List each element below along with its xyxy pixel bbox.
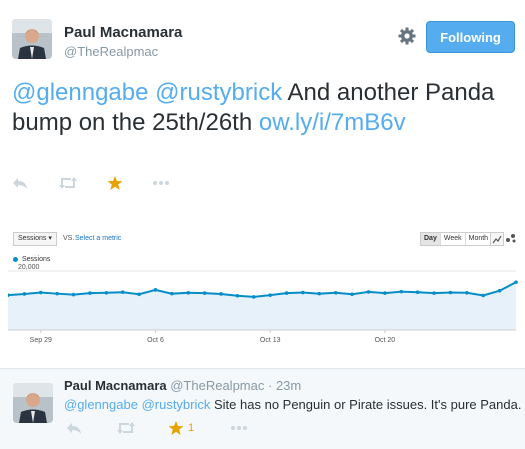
- favorite-icon[interactable]: [107, 174, 123, 192]
- mention-link[interactable]: @rustybrick: [142, 397, 211, 412]
- data-point[interactable]: [481, 293, 486, 298]
- data-point[interactable]: [383, 291, 387, 295]
- data-point[interactable]: [497, 288, 502, 293]
- data-point[interactable]: [38, 290, 43, 295]
- reply-avatar[interactable]: [13, 383, 53, 423]
- author-handle[interactable]: @TheRealpmac: [64, 44, 158, 59]
- data-point[interactable]: [153, 288, 158, 292]
- data-point[interactable]: [202, 291, 207, 295]
- legend-label: Sessions: [22, 256, 51, 263]
- sessions-chart: 20,00010,000Sep 29Oct 6Oct 13Oct 20: [8, 264, 518, 344]
- chart-legend: Sessions: [13, 256, 50, 263]
- data-point[interactable]: [170, 291, 174, 296]
- x-tick-label: Sep 29: [30, 337, 52, 344]
- data-point[interactable]: [399, 289, 404, 294]
- analytics-chart-image[interactable]: Sessions ▾ VS. Select a metric Day Week …: [8, 226, 518, 346]
- more-icon[interactable]: [152, 174, 170, 192]
- reply-icon[interactable]: [12, 174, 28, 192]
- retweet-icon[interactable]: [116, 419, 136, 437]
- data-point[interactable]: [235, 293, 240, 298]
- y-tick-label: 20,000: [18, 264, 40, 271]
- x-tick-label: Oct 6: [147, 337, 164, 344]
- data-point[interactable]: [465, 291, 469, 295]
- reply-icon[interactable]: [66, 419, 82, 437]
- data-point[interactable]: [514, 280, 518, 284]
- data-point[interactable]: [88, 291, 92, 295]
- tweet-text: @glenngabe @rustybrick And another Panda…: [12, 78, 512, 138]
- data-point[interactable]: [432, 291, 436, 295]
- reply-author-name[interactable]: Paul Macnamara: [64, 378, 167, 393]
- x-tick-label: Oct 13: [260, 337, 281, 344]
- granularity-toggle: Day Week Month: [420, 232, 493, 246]
- data-point[interactable]: [284, 291, 289, 295]
- mention-link[interactable]: @rustybrick: [155, 79, 282, 106]
- data-point[interactable]: [219, 292, 223, 296]
- reply-header: Paul Macnamara @TheRealpmac · 23m: [64, 378, 301, 393]
- reply-tweet: Paul Macnamara @TheRealpmac · 23m @glenn…: [0, 368, 525, 449]
- data-point[interactable]: [317, 291, 322, 296]
- data-point[interactable]: [350, 292, 354, 297]
- avatar[interactable]: [12, 19, 52, 59]
- favorite-icon[interactable]: 1: [168, 419, 194, 437]
- motion-chart-icon[interactable]: [505, 232, 519, 246]
- sessions-area: [8, 282, 516, 330]
- gear-icon[interactable]: [397, 26, 417, 46]
- separator-dot: ·: [267, 378, 273, 393]
- data-point[interactable]: [268, 293, 272, 297]
- granularity-month[interactable]: Month: [464, 233, 492, 245]
- data-point[interactable]: [448, 290, 453, 295]
- line-chart-icon[interactable]: [490, 232, 504, 246]
- granularity-week[interactable]: Week: [439, 233, 465, 245]
- data-point[interactable]: [137, 292, 141, 297]
- chart-toolbar: Sessions ▾ VS. Select a metric Day Week …: [13, 232, 518, 248]
- reply-body: Site has no Penguin or Pirate issues. It…: [210, 397, 522, 412]
- following-button[interactable]: Following: [426, 21, 515, 53]
- data-point[interactable]: [252, 295, 256, 299]
- data-point[interactable]: [415, 290, 420, 295]
- author-name[interactable]: Paul Macnamara: [64, 24, 182, 41]
- reply-actions: 1: [64, 419, 264, 435]
- data-point[interactable]: [104, 291, 109, 295]
- data-point[interactable]: [301, 290, 305, 295]
- x-tick-label: Oct 20: [375, 337, 396, 344]
- reply-text: @glenngabe @rustybrick Site has no Pengu…: [64, 397, 521, 412]
- reply-author-handle[interactable]: @TheRealpmac: [170, 378, 264, 393]
- data-point[interactable]: [120, 290, 125, 295]
- data-point[interactable]: [366, 290, 371, 294]
- mention-link[interactable]: @glenngabe: [64, 397, 138, 412]
- data-point[interactable]: [71, 292, 76, 297]
- data-point[interactable]: [186, 291, 191, 295]
- select-metric-link[interactable]: Select a metric: [75, 235, 121, 242]
- data-point[interactable]: [333, 291, 338, 295]
- tweet-actions: [12, 174, 212, 192]
- reply-timestamp[interactable]: 23m: [276, 378, 301, 393]
- granularity-day[interactable]: Day: [421, 233, 440, 245]
- vs-label: VS.: [63, 235, 75, 242]
- more-icon[interactable]: [230, 419, 248, 437]
- legend-swatch: [13, 257, 18, 262]
- data-point[interactable]: [22, 292, 27, 296]
- metric-select[interactable]: Sessions ▾: [13, 232, 57, 246]
- favorite-count: 1: [188, 422, 195, 434]
- tweet: Paul Macnamara @TheRealpmac Following @g…: [0, 0, 525, 368]
- data-point[interactable]: [55, 291, 59, 296]
- retweet-icon[interactable]: [58, 174, 78, 192]
- tweet-link[interactable]: ow.ly/i/7mB6v: [259, 109, 406, 136]
- mention-link[interactable]: @glenngabe: [12, 79, 148, 106]
